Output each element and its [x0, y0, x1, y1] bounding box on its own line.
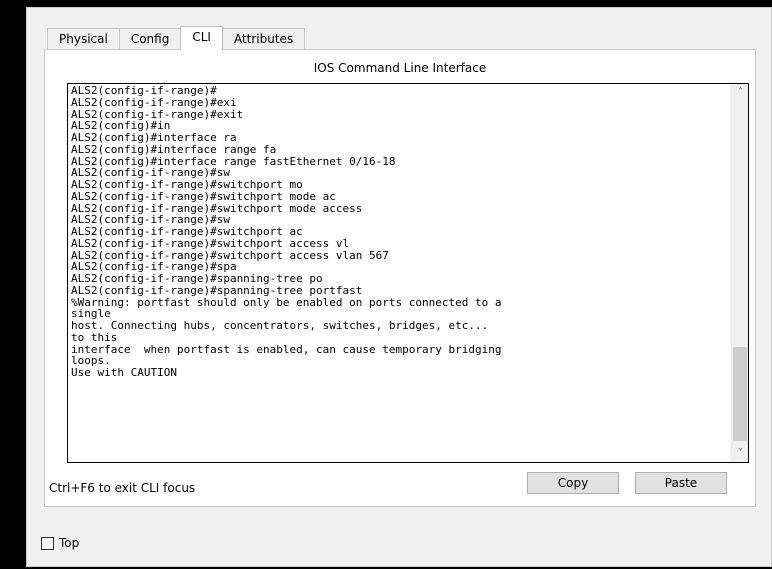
device-window: Physical Config CLI Attributes IOS Comma… — [26, 7, 772, 567]
terminal-line: %Warning: portfast should only be enable… — [71, 295, 502, 309]
terminal-line: interface when portfast is enabled, can … — [71, 342, 502, 356]
terminal-line: Use with CAUTION — [71, 366, 177, 379]
tab-config[interactable]: Config — [118, 28, 182, 50]
focus-hint: Ctrl+F6 to exit CLI focus — [49, 481, 196, 495]
top-checkbox-row: Top — [41, 535, 79, 551]
paste-button[interactable]: Paste — [635, 472, 727, 494]
screenshot-frame: Physical Config CLI Attributes IOS Comma… — [0, 0, 772, 569]
terminal-output[interactable]: ALS2(config-if-range)# ALS2(config-if-ra… — [71, 85, 706, 379]
top-checkbox[interactable] — [41, 536, 54, 550]
cli-panel: IOS Command Line Interface ALS2(config-i… — [44, 49, 756, 507]
terminal-scrollbar[interactable]: ˄ ˅ — [731, 84, 748, 462]
tab-attributes[interactable]: Attributes — [221, 28, 306, 50]
tab-physical[interactable]: Physical — [47, 28, 120, 50]
copy-button[interactable]: Copy — [527, 472, 619, 494]
terminal-line: host. Connecting hubs, concentrators, sw… — [71, 319, 489, 332]
chevron-up-icon[interactable]: ˄ — [732, 84, 748, 101]
scroll-thumb[interactable] — [733, 347, 747, 441]
tab-bar: Physical Config CLI Attributes — [47, 26, 306, 50]
tab-cli[interactable]: CLI — [180, 26, 223, 50]
chevron-down-icon[interactable]: ˅ — [732, 445, 748, 462]
top-checkbox-label: Top — [59, 536, 80, 550]
panel-title: IOS Command Line Interface — [313, 61, 487, 75]
cli-terminal[interactable]: ALS2(config-if-range)# ALS2(config-if-ra… — [67, 83, 749, 463]
